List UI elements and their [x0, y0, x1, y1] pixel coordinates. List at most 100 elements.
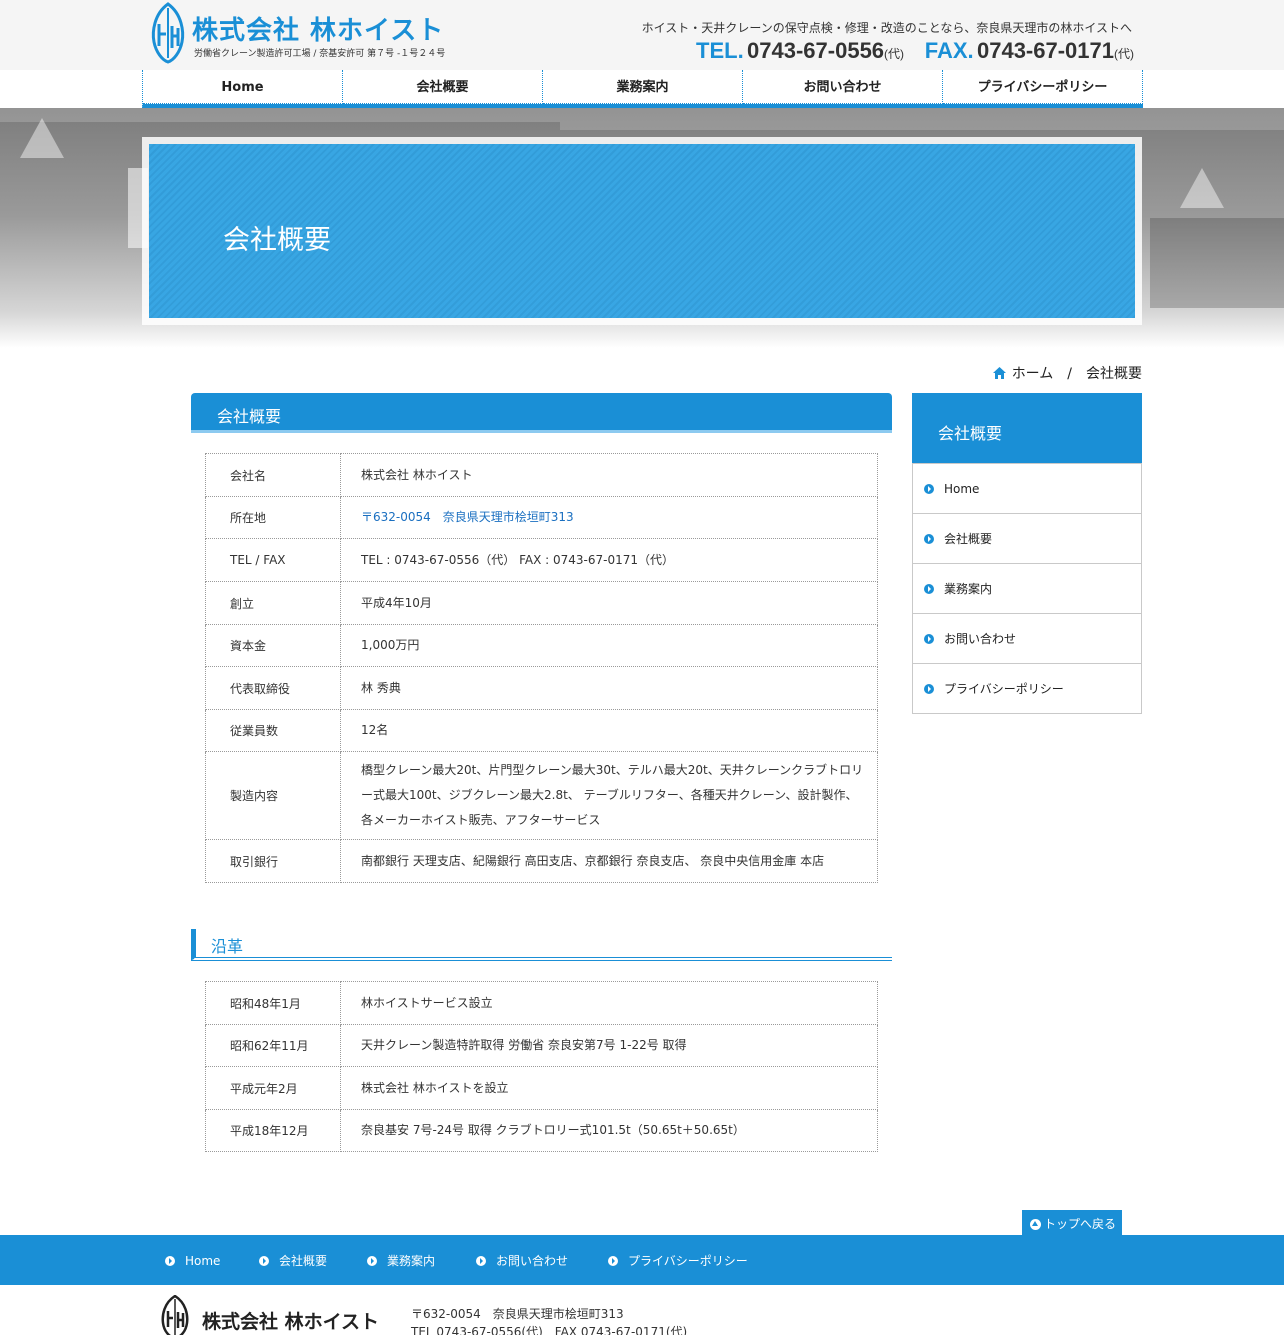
row-value: 株式会社 林ホイスト — [340, 453, 878, 497]
breadcrumb-separator: / — [1067, 366, 1072, 382]
hero-beam — [0, 108, 1284, 122]
hoist-logo-icon — [151, 2, 185, 64]
hero-banner: 会社概要 — [0, 108, 1284, 348]
history-heading: 沿革 — [191, 929, 892, 961]
nav-item-services[interactable]: 業務案内 — [543, 70, 743, 104]
history-date: 昭和48年1月 — [205, 981, 341, 1025]
sidebar-item-label: 業務案内 — [944, 582, 993, 596]
sidebar-item-services[interactable]: 業務案内 — [913, 563, 1141, 613]
circle-arrow-icon — [165, 1256, 175, 1266]
sidebar-heading: 会社概要 — [912, 393, 1142, 463]
footer-nav-home[interactable]: Home — [165, 1235, 220, 1287]
company-name: 株式会社 林ホイスト — [192, 16, 445, 46]
footer-nav-label: お問い合わせ — [496, 1254, 569, 1268]
table-row: 平成18年12月 奈良基安 7号-24号 取得 クラブトロリー式101.5t（5… — [205, 1109, 878, 1152]
footer-nav: Home 会社概要 業務案内 お問い合わせ プライバシーポリシー — [0, 1235, 1284, 1285]
table-row: 所在地 〒632-0054 奈良県天理市桧垣町313 — [205, 496, 878, 539]
footer-company-name: 株式会社 林ホイスト — [202, 1311, 380, 1333]
nav-item-contact[interactable]: お問い合わせ — [743, 70, 943, 104]
table-row: TEL / FAX TEL : 0743-67-0556（代） FAX : 07… — [205, 538, 878, 582]
breadcrumb-home[interactable]: ホーム — [1012, 366, 1054, 382]
row-value: 1,000万円 — [340, 624, 878, 667]
sidebar-item-contact[interactable]: お問い合わせ — [913, 613, 1141, 663]
row-value: 南都銀行 天理支店、紀陽銀行 高田支店、京都銀行 奈良支店、 奈良中央信用金庫 … — [340, 839, 878, 883]
page-title: 会社概要 — [223, 225, 331, 256]
footer-address: 〒632-0054 奈良県天理市桧垣町313 — [411, 1307, 624, 1321]
table-row: 取引銀行 南都銀行 天理支店、紀陽銀行 高田支店、京都銀行 奈良支店、 奈良中央… — [205, 839, 878, 883]
circle-arrow-icon — [367, 1256, 377, 1266]
table-row: 資本金 1,000万円 — [205, 624, 878, 667]
row-value: TEL : 0743-67-0556（代） FAX : 0743-67-0171… — [340, 538, 878, 582]
row-label: 創立 — [205, 581, 341, 625]
history-table: 昭和48年1月 林ホイストサービス設立 昭和62年11月 天井クレーン製造特許取… — [205, 981, 878, 1152]
company-heading: 会社概要 — [191, 393, 892, 433]
tel-suffix: (代) — [884, 47, 905, 61]
history-date: 昭和62年11月 — [205, 1024, 341, 1067]
table-row: 平成元年2月 株式会社 林ホイストを設立 — [205, 1066, 878, 1110]
row-label: 資本金 — [205, 624, 341, 667]
breadcrumb: ホーム / 会社概要 — [992, 363, 1142, 383]
row-value: 橋型クレーン最大20t、片門型クレーン最大30t、テルハ最大20t、天井クレーン… — [340, 751, 878, 840]
history-heading-text: 沿革 — [211, 937, 244, 956]
sidebar-item-label: プライバシーポリシー — [944, 682, 1064, 696]
table-row: 創立 平成4年10月 — [205, 581, 878, 625]
sidebar-menu: Home 会社概要 業務案内 お問い合わせ プライバシーポリシー — [912, 463, 1142, 714]
footer-nav-privacy[interactable]: プライバシーポリシー — [608, 1235, 748, 1287]
header-contact: TEL. 0743-67-0556(代) FAX. 0743-67-0171(代… — [696, 38, 1134, 64]
header-tagline: ホイスト・天井クレーンの保守点検・修理・改造のことなら、奈良県天理市の林ホイスト… — [641, 21, 1132, 35]
tel-label: TEL. — [696, 38, 744, 63]
history-date: 平成18年12月 — [205, 1109, 341, 1152]
company-table: 会社名 株式会社 林ホイスト 所在地 〒632-0054 奈良県天理市桧垣町31… — [205, 453, 878, 883]
sidebar-item-company[interactable]: 会社概要 — [913, 513, 1141, 563]
circle-arrow-icon — [924, 634, 934, 644]
row-label: TEL / FAX — [205, 538, 341, 582]
footer-nav-label: 会社概要 — [279, 1254, 328, 1268]
hoist-logo-icon — [161, 1295, 189, 1335]
footer-nav-contact[interactable]: お問い合わせ — [476, 1235, 568, 1287]
back-to-top-button[interactable]: トップへ戻る — [1022, 1210, 1122, 1236]
hero-beam — [560, 122, 1284, 130]
table-row: 昭和48年1月 林ホイストサービス設立 — [205, 981, 878, 1025]
row-value: 平成4年10月 — [340, 581, 878, 625]
footer-tel-fax: TEL 0743-67-0556(代) FAX 0743-67-0171(代) — [411, 1325, 688, 1335]
row-label: 所在地 — [205, 496, 341, 539]
history-event: 天井クレーン製造特許取得 労働省 奈良安第7号 1-22号 取得 — [340, 1024, 878, 1067]
footer-nav-label: Home — [185, 1254, 221, 1268]
circle-arrow-icon — [924, 534, 934, 544]
row-label: 代表取締役 — [205, 666, 341, 710]
table-row: 昭和62年11月 天井クレーン製造特許取得 労働省 奈良安第7号 1-22号 取… — [205, 1024, 878, 1067]
sidebar-item-home[interactable]: Home — [913, 463, 1141, 513]
nav-item-home[interactable]: Home — [143, 70, 343, 104]
row-value: 林 秀典 — [340, 666, 878, 710]
hero-lamp — [20, 118, 64, 158]
circle-arrow-icon — [476, 1256, 486, 1266]
address-link[interactable]: 〒632-0054 奈良県天理市桧垣町313 — [340, 496, 878, 539]
row-value: 12名 — [340, 709, 878, 752]
nav-item-company[interactable]: 会社概要 — [343, 70, 543, 104]
company-heading-text: 会社概要 — [217, 407, 282, 426]
sidebar-item-privacy[interactable]: プライバシーポリシー — [913, 663, 1141, 713]
hero-lamp — [1180, 168, 1224, 208]
sidebar-item-label: お問い合わせ — [944, 632, 1017, 646]
site-logo[interactable]: 株式会社 林ホイスト 労働省クレーン製造許可工場 / 奈基安許可 第７号 -１号… — [150, 2, 450, 66]
table-row: 従業員数 12名 — [205, 709, 878, 752]
nav-item-privacy[interactable]: プライバシーポリシー — [943, 70, 1143, 104]
row-label: 製造内容 — [205, 751, 341, 840]
home-icon — [992, 367, 1006, 379]
tel-number[interactable]: 0743-67-0556 — [747, 38, 884, 63]
footer-nav-services[interactable]: 業務案内 — [367, 1235, 435, 1287]
history-date: 平成元年2月 — [205, 1066, 341, 1110]
circle-arrow-icon — [924, 584, 934, 594]
main-content: 会社概要 会社名 株式会社 林ホイスト 所在地 〒632-0054 奈良県天理市… — [191, 393, 892, 1152]
row-label: 従業員数 — [205, 709, 341, 752]
circle-arrow-icon — [924, 484, 934, 494]
footer-nav-company[interactable]: 会社概要 — [259, 1235, 327, 1287]
breadcrumb-current: 会社概要 — [1086, 366, 1142, 382]
footer-nav-label: プライバシーポリシー — [628, 1254, 748, 1268]
fax-number: 0743-67-0171 — [976, 38, 1114, 63]
sidebar-item-label: Home — [944, 482, 980, 496]
hero-shelf — [1150, 218, 1284, 308]
arrow-up-icon — [1030, 1219, 1041, 1230]
fax-suffix: (代) — [1114, 47, 1134, 61]
circle-arrow-icon — [259, 1256, 269, 1266]
